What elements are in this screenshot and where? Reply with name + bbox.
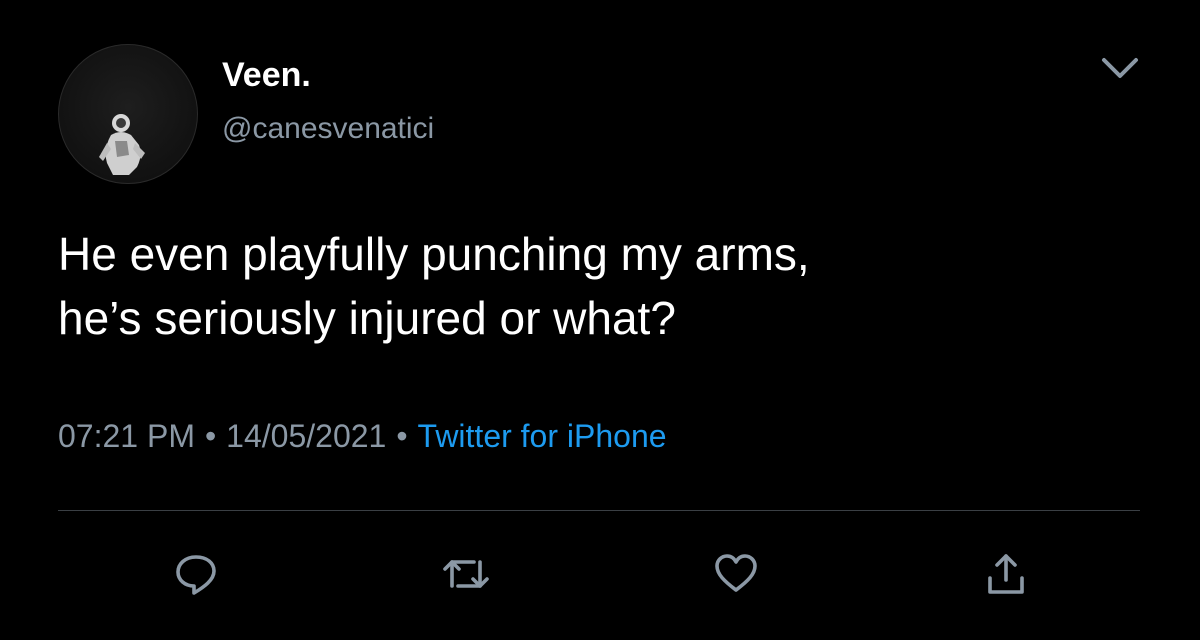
avatar[interactable] [58,44,198,184]
reply-icon [176,555,216,595]
tweet-text-line: He even playfully punching my arms, [58,228,810,280]
separator-dot: • [204,418,217,454]
astronaut-icon [99,114,145,175]
divider [58,510,1140,511]
heart-icon [715,554,757,592]
tweet-source-link[interactable]: Twitter for iPhone [418,418,667,454]
share-button[interactable] [978,546,1034,602]
tweet-text-line: he’s seriously injured or what? [58,292,676,344]
chevron-down-icon [1102,58,1138,78]
retweet-button[interactable] [438,546,494,602]
reply-button[interactable] [168,546,224,602]
tweet-menu-button[interactable] [1098,52,1142,84]
tweet-date[interactable]: 14/05/2021 [226,418,386,454]
tweet-card: Veen. @canesvenatici He even playfully p… [0,0,1200,640]
user-handle[interactable]: @canesvenatici [222,112,434,146]
separator-dot: • [396,418,408,454]
tweet-text: He even playfully punching my arms, he’s… [58,222,1138,350]
action-bar [0,540,1200,610]
display-name[interactable]: Veen. [222,56,311,95]
like-button[interactable] [708,546,764,602]
tweet-metadata: 07:21 PM • 14/05/2021 • Twitter for iPhone [58,418,667,455]
retweet-icon [443,560,489,588]
tweet-time[interactable]: 07:21 PM [58,418,195,454]
share-icon [988,554,1024,594]
